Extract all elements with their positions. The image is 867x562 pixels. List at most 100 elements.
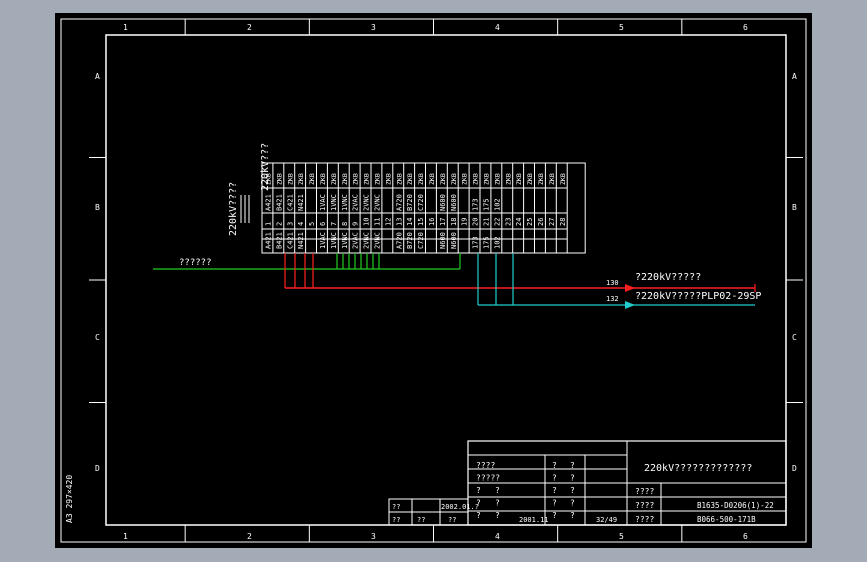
terminal-label: C421: [286, 194, 294, 211]
title-grid-cell: ?: [570, 474, 575, 483]
terminal-label: 2VAC: [352, 232, 360, 249]
terminal-label: A421: [264, 232, 272, 249]
terminal-header-label: ZKB: [548, 173, 556, 185]
row-marker-left: B: [95, 203, 100, 212]
terminal-header-label: ZKB: [417, 173, 425, 185]
terminal-label: 2: [275, 222, 283, 226]
title-code-value: B066-500-171B: [697, 515, 756, 524]
terminal-label: 2VNC: [363, 194, 371, 211]
title-grid-cell: ?: [552, 474, 557, 483]
drawing-date: 2001.11: [519, 516, 549, 524]
terminal-label: 1VAC: [319, 232, 327, 249]
terminal-label: N421: [297, 232, 305, 249]
title-grid-cell: ?: [476, 511, 481, 520]
terminal-label: 13: [395, 218, 403, 226]
terminal-label: 173: [472, 198, 480, 211]
terminal-label: 102: [493, 236, 501, 249]
row-marker-left: A: [95, 72, 100, 81]
title-grid-cell: ?: [570, 511, 575, 520]
title-grid-cell: ?: [552, 486, 557, 495]
terminal-header-label: ZKB: [461, 173, 469, 185]
terminal-header-label: ZKB: [504, 173, 512, 185]
terminal-header-label: ZKB: [482, 173, 490, 185]
terminal-label: 17: [439, 218, 447, 226]
terminal-header-label: ZKB: [493, 173, 501, 185]
terminal-label: 21: [482, 218, 490, 226]
cyan-bus-number: 132: [606, 295, 619, 303]
terminal-label: B720: [406, 194, 414, 211]
terminal-label: 1VNC: [341, 232, 349, 249]
terminal-label: 16: [428, 218, 436, 226]
terminal-header-label: ZKB: [363, 173, 371, 185]
column-marker-top: 3: [371, 23, 376, 32]
row-marker-right: D: [792, 464, 797, 473]
terminal-header-label: ZKB: [406, 173, 414, 185]
title-grid-cell: ?: [570, 461, 575, 470]
drawing-sheet: 1 1 2 2 3 3 4 4 5 5 6 6 A A B B C C D D A3 297×420 220kV??? 22…: [55, 13, 812, 548]
terminal-label: A720: [395, 194, 403, 211]
terminal-header-label: ZKB: [384, 173, 392, 185]
title-grid-cell: ?: [495, 499, 500, 508]
revision-cell: ??: [417, 516, 425, 524]
drawing-title: 220kV?????????????: [644, 463, 752, 474]
terminal-label: B720: [406, 232, 414, 249]
title-code-key: ????: [635, 487, 654, 496]
terminal-header-label: ZKB: [319, 173, 327, 185]
terminal-header-label: ZKB: [515, 173, 523, 185]
title-grid-cell: ?: [495, 486, 500, 495]
row-marker-left: D: [95, 464, 100, 473]
terminal-header-label: ZKB: [330, 173, 338, 185]
terminal-header-label: ZKB: [450, 173, 458, 185]
terminal-label: 3: [286, 222, 294, 226]
terminal-label: 14: [406, 218, 414, 226]
terminal-header-label: ZKB: [559, 173, 567, 185]
terminal-label: 12: [384, 218, 392, 226]
terminal-label: 23: [504, 218, 512, 226]
row-marker-right: B: [792, 203, 797, 212]
column-marker-bottom: 3: [371, 532, 376, 541]
terminal-label: N600: [450, 232, 458, 249]
terminal-label: A720: [395, 232, 403, 249]
terminal-label: N600: [439, 194, 447, 211]
terminal-label: 8: [341, 222, 349, 226]
terminal-label: B421: [275, 232, 283, 249]
red-bus-number: 130: [606, 279, 619, 287]
terminal-label: 4: [297, 222, 305, 226]
green-bus-label: ??????: [179, 258, 212, 268]
terminal-label: 1VAC: [319, 194, 327, 211]
row-marker-left: C: [95, 333, 100, 342]
terminal-label: 26: [537, 218, 545, 226]
column-marker-top: 1: [123, 23, 128, 32]
row-marker-right: C: [792, 333, 797, 342]
terminal-label: 1: [264, 222, 272, 226]
terminal-label: 27: [548, 218, 556, 226]
terminal-label: 22: [493, 218, 501, 226]
terminal-label: 10: [363, 218, 371, 226]
title-code-key: ????: [635, 515, 654, 524]
terminal-label: 5: [308, 222, 316, 226]
terminal-label: 18: [450, 218, 458, 226]
title-grid-cell: ????: [476, 461, 495, 470]
row-marker-right: A: [792, 72, 797, 81]
red-bus-arrow: [625, 284, 635, 292]
terminal-label: 102: [493, 198, 501, 211]
drawing-side-title: 220kV????: [228, 182, 239, 236]
terminal-label: C720: [417, 194, 425, 211]
terminal-label: C720: [417, 232, 425, 249]
terminal-label: 2VAC: [352, 194, 360, 211]
column-marker-bottom: 2: [247, 532, 252, 541]
column-marker-top: 4: [495, 23, 500, 32]
red-bus-label: ?220kV?????: [635, 272, 701, 283]
column-marker-top: 5: [619, 23, 624, 32]
terminal-label: B421: [275, 194, 283, 211]
revision-date: 2002.01.?: [441, 503, 479, 511]
sheet-size-label: A3 297×420: [65, 475, 74, 523]
terminal-label: 19: [461, 218, 469, 226]
terminal-header-label: ZKB: [308, 173, 316, 185]
cyan-bus-arrow: [625, 301, 635, 309]
title-grid-cell: ?: [552, 461, 557, 470]
column-marker-bottom: 5: [619, 532, 624, 541]
terminal-label: 1VNC: [330, 232, 338, 249]
terminal-label: 1VNC: [330, 194, 338, 211]
revision-cell: ??: [392, 503, 400, 511]
